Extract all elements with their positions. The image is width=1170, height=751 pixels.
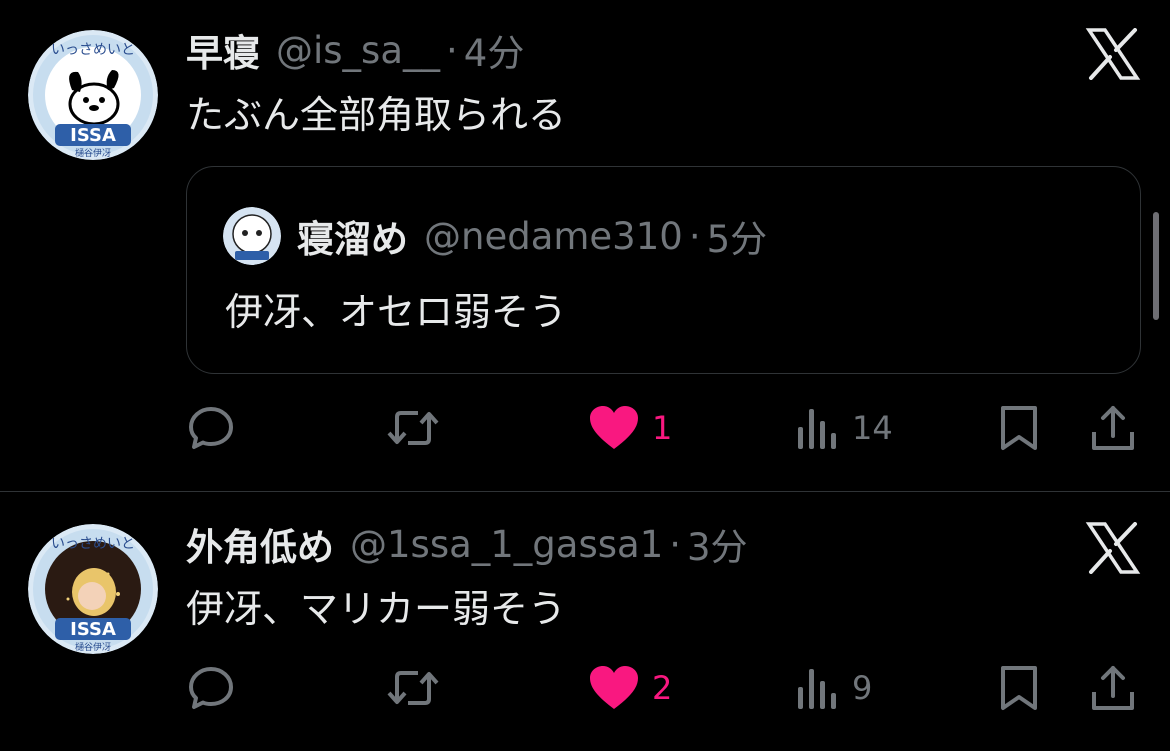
quoted-text: 伊冴、オセロ弱そう xyxy=(225,290,568,334)
quoted-avatar[interactable] xyxy=(223,207,281,265)
quoted-tweet[interactable]: 寝溜め @nedame310 · 5分 伊冴、オセロ弱そう xyxy=(186,166,1141,374)
bookmark-icon xyxy=(1001,666,1037,710)
timeline-feed: いっさめいと ISSA 樋谷伊冴 早寝 @is_sa__ · 4分 たぶん全部角… xyxy=(0,0,1170,751)
timestamp[interactable]: 3分 xyxy=(687,517,748,571)
heart-icon xyxy=(590,666,638,709)
tweet[interactable]: いっさめいと ISSA 樋谷伊冴 早寝 @is_sa__ · 4分 たぶん全部角… xyxy=(0,0,1170,492)
heart-icon xyxy=(590,406,638,449)
separator-dot: · xyxy=(688,214,701,258)
avatar-badge-text: ISSA xyxy=(70,125,116,146)
separator-dot: · xyxy=(669,522,682,566)
share-icon xyxy=(1092,666,1134,710)
quoted-timestamp[interactable]: 5分 xyxy=(707,209,768,263)
like-count: 2 xyxy=(652,669,673,707)
tweet-header: 外角低め @1ssa_1_gassa1 · 3分 xyxy=(186,516,748,572)
avatar[interactable]: いっさめいと ISSA 樋谷伊冴 xyxy=(28,30,158,160)
view-count: 14 xyxy=(852,409,893,447)
share-button[interactable] xyxy=(1090,658,1136,718)
avatar-bottom-label: 樋谷伊冴 xyxy=(75,147,111,159)
scrollbar[interactable] xyxy=(1153,212,1159,320)
share-button[interactable] xyxy=(1090,398,1136,458)
avatar-badge-text: ISSA xyxy=(70,619,116,640)
retweet-button[interactable] xyxy=(386,658,440,718)
share-icon xyxy=(1092,406,1134,450)
tweet[interactable]: いっさめいと ISSA 樋谷伊冴 外角低め @1ssa_1_gassa1 · 3… xyxy=(0,492,1170,751)
separator-dot: · xyxy=(446,28,458,72)
reply-button[interactable] xyxy=(186,398,236,458)
x-logo-icon[interactable] xyxy=(1085,28,1141,80)
retweet-icon xyxy=(387,671,439,705)
reply-icon xyxy=(189,407,233,449)
quoted-header: 寝溜め @nedame310 · 5分 xyxy=(297,207,767,265)
avatar-bottom-label: 樋谷伊冴 xyxy=(75,641,111,653)
reply-button[interactable] xyxy=(186,658,236,718)
avatar-top-label: いっさめいと xyxy=(51,42,135,58)
views-icon xyxy=(798,669,836,709)
view-count: 9 xyxy=(852,669,873,707)
like-button[interactable]: 1 xyxy=(588,398,672,458)
author-name[interactable]: 早寝 xyxy=(186,23,260,77)
tweet-text: 伊冴、マリカー弱そう xyxy=(186,587,567,631)
reply-icon xyxy=(189,667,233,709)
quoted-author-handle[interactable]: @nedame310 xyxy=(424,215,683,258)
like-button[interactable]: 2 xyxy=(588,658,672,718)
author-handle[interactable]: @is_sa__ xyxy=(276,29,440,72)
tweet-text: たぶん全部角取られる xyxy=(186,93,567,137)
views-button[interactable]: 14 xyxy=(796,398,893,458)
timestamp[interactable]: 4分 xyxy=(464,23,525,77)
x-logo-icon[interactable] xyxy=(1085,522,1141,574)
avatar[interactable]: いっさめいと ISSA 樋谷伊冴 xyxy=(28,524,158,654)
bookmark-icon xyxy=(1001,406,1037,450)
bookmark-button[interactable] xyxy=(998,658,1040,718)
author-handle[interactable]: @1ssa_1_gassa1 xyxy=(350,523,663,566)
retweet-button[interactable] xyxy=(386,398,440,458)
action-bar: 1 14 xyxy=(0,398,1170,458)
like-count: 1 xyxy=(652,409,673,447)
retweet-icon xyxy=(387,411,439,445)
author-name[interactable]: 外角低め xyxy=(186,517,334,571)
action-bar: 2 9 xyxy=(0,658,1170,718)
views-icon xyxy=(798,409,836,449)
tweet-header: 早寝 @is_sa__ · 4分 xyxy=(186,22,524,78)
bookmark-button[interactable] xyxy=(998,398,1040,458)
avatar-top-label: いっさめいと xyxy=(51,536,135,552)
views-button[interactable]: 9 xyxy=(796,658,872,718)
quoted-author-name[interactable]: 寝溜め xyxy=(297,209,408,263)
